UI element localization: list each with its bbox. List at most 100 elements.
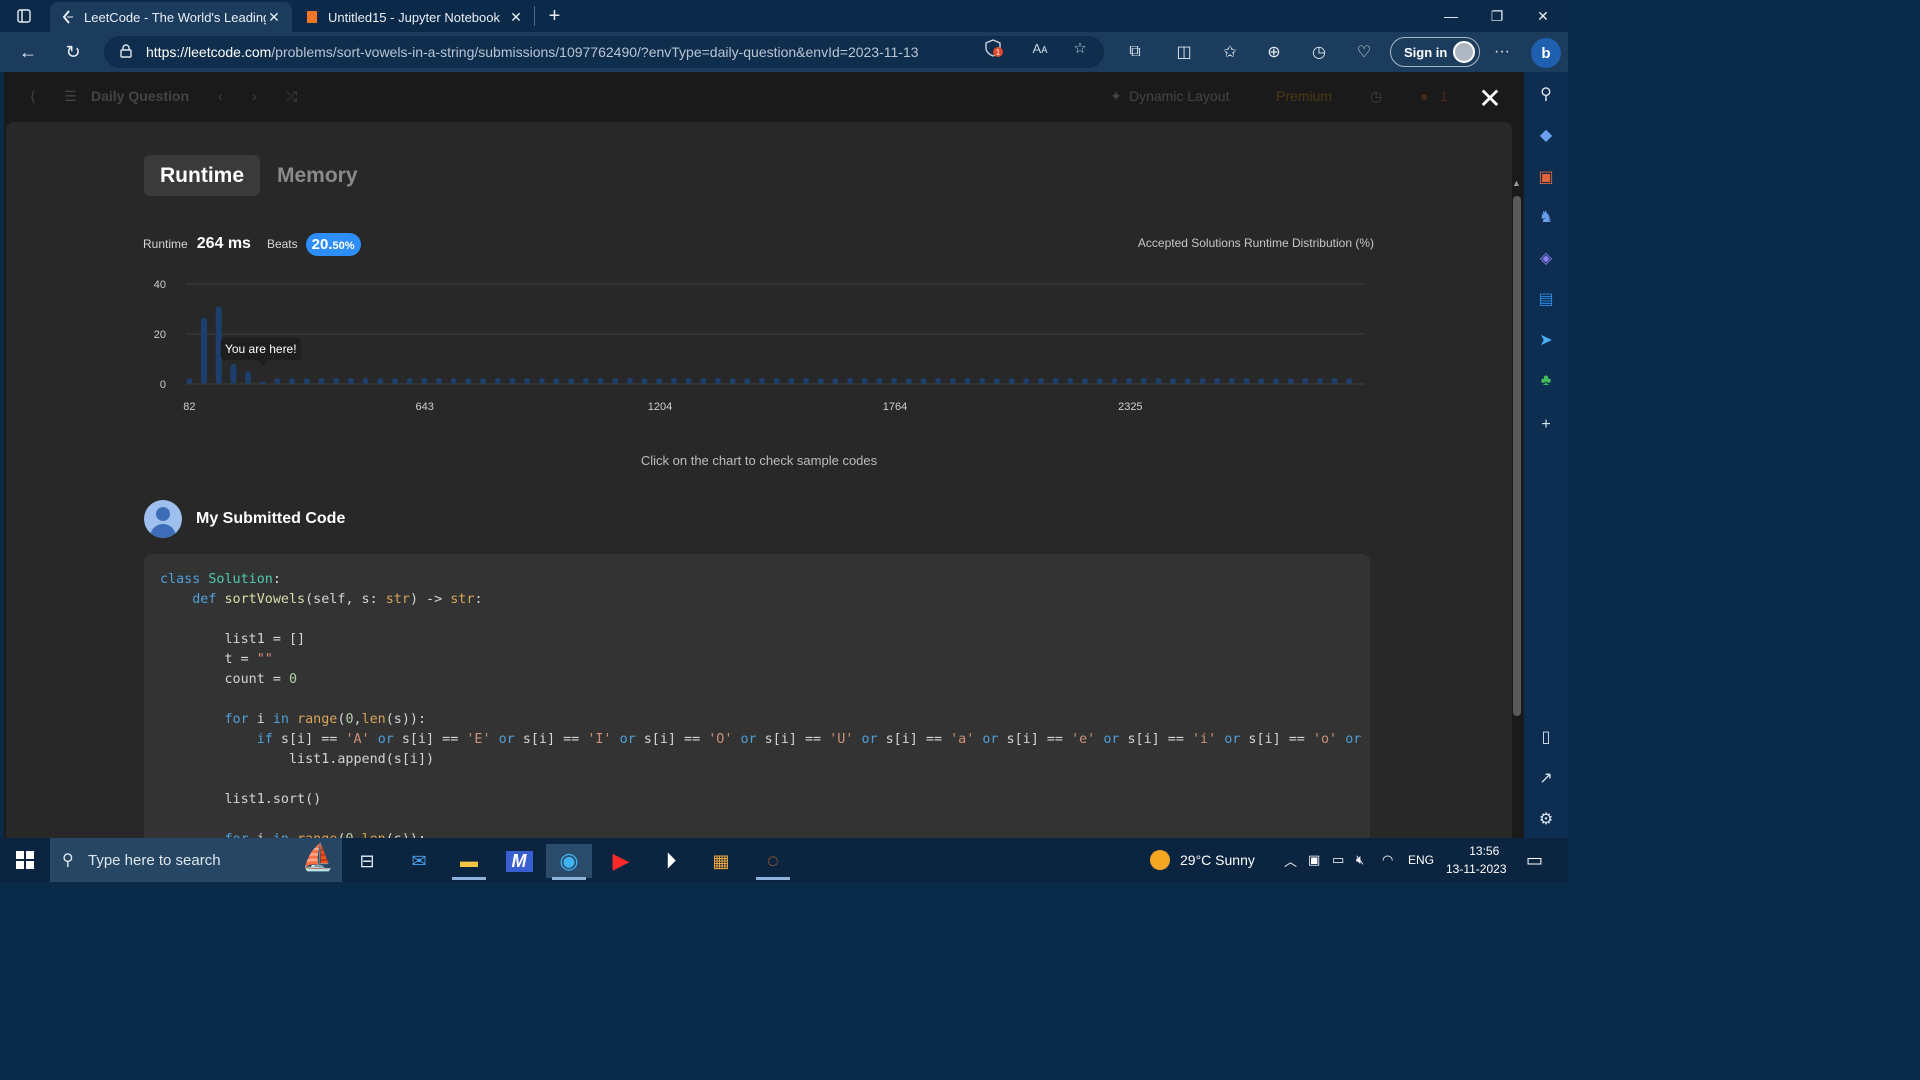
histogram-bar[interactable] <box>612 378 619 384</box>
file-explorer-icon[interactable]: ▬ <box>446 844 492 880</box>
histogram-bar[interactable] <box>641 378 648 384</box>
sidebar-games-icon[interactable]: ♞ <box>1534 205 1558 229</box>
microsoft-store-icon[interactable]: ▦ <box>698 844 744 878</box>
histogram-bar[interactable] <box>391 378 398 384</box>
histogram-bar[interactable] <box>817 378 824 384</box>
histogram-bar[interactable] <box>979 378 986 384</box>
histogram-bar[interactable] <box>421 378 428 384</box>
back-icon[interactable]: ← <box>14 38 42 66</box>
histogram-bar[interactable] <box>935 378 942 384</box>
mail-app-icon[interactable]: ✉ <box>396 844 442 878</box>
start-windows-icon[interactable] <box>2 843 48 877</box>
weather-widget[interactable]: 29°C Sunny <box>1150 838 1255 882</box>
notifications-icon[interactable]: ▭ <box>1526 838 1543 882</box>
premium-button[interactable]: Premium <box>1276 88 1332 104</box>
problem-list-icon[interactable]: ☰ <box>64 88 77 105</box>
histogram-bar[interactable] <box>1214 378 1221 384</box>
histogram-bar[interactable] <box>626 378 633 384</box>
runtime-distribution-chart[interactable]: 40 20 0 82 643 1204 1764 2325 You are here! <box>136 262 1376 432</box>
minimize-icon[interactable]: — <box>1428 0 1474 32</box>
histogram-bar[interactable] <box>803 378 810 384</box>
histogram-bar[interactable] <box>920 378 927 384</box>
histogram-bar[interactable] <box>1258 378 1265 384</box>
histogram-bar[interactable] <box>670 378 677 384</box>
performance-icon[interactable]: ♡ <box>1352 42 1376 62</box>
collections-icon[interactable]: ⊕ <box>1262 42 1286 62</box>
histogram-bar[interactable] <box>993 378 1000 384</box>
leetcode-logo-icon[interactable]: ⟨ <box>30 88 35 105</box>
histogram-bar[interactable] <box>891 378 898 384</box>
histogram-bar[interactable] <box>1052 378 1059 384</box>
histogram-bar[interactable] <box>1331 378 1338 384</box>
favorites-icon[interactable]: ✩ <box>1218 42 1242 62</box>
histogram-bar[interactable] <box>1243 378 1250 384</box>
close-tab-icon[interactable]: ✕ <box>266 9 282 26</box>
histogram-bar[interactable] <box>274 378 281 384</box>
histogram-bar[interactable] <box>1316 378 1323 384</box>
histogram-bar[interactable] <box>861 378 868 384</box>
histogram-bar[interactable] <box>1170 378 1177 384</box>
histogram-bar[interactable] <box>729 378 736 384</box>
histogram-bar[interactable] <box>553 378 560 384</box>
histogram-bar[interactable] <box>333 378 340 384</box>
task-view-icon[interactable]: ⊟ <box>344 844 390 878</box>
address-bar[interactable]: https://leetcode.com/problems/sort-vowel… <box>104 36 1104 68</box>
taskbar-search-box[interactable]: ⚲ Type here to search ⛵ <box>50 838 342 882</box>
tab-actions-icon[interactable] <box>4 0 44 32</box>
histogram-bar[interactable] <box>685 378 692 384</box>
histogram-bar[interactable] <box>1008 378 1015 384</box>
histogram-bar[interactable] <box>597 378 604 384</box>
histogram-bar[interactable] <box>1126 378 1133 384</box>
histogram-bar[interactable] <box>714 378 721 384</box>
restore-icon[interactable]: ❐ <box>1474 0 1520 32</box>
daily-question-link[interactable]: Daily Question <box>91 88 189 104</box>
histogram-bar[interactable] <box>1111 378 1118 384</box>
sidebar-external-icon[interactable]: ↗ <box>1534 766 1558 790</box>
histogram-bar[interactable] <box>847 378 854 384</box>
histogram-bar[interactable] <box>788 378 795 384</box>
histogram-bar[interactable] <box>509 378 516 384</box>
histogram-bar[interactable] <box>1140 378 1147 384</box>
histogram-bar[interactable] <box>949 378 956 384</box>
split-screen-icon[interactable]: ◫ <box>1172 42 1196 62</box>
sidebar-send-icon[interactable]: ➤ <box>1534 328 1558 352</box>
histogram-bar[interactable] <box>259 381 266 385</box>
scrollbar-thumb[interactable] <box>1513 196 1521 716</box>
close-modal-icon[interactable]: ✕ <box>1476 83 1504 114</box>
histogram-bar[interactable] <box>832 378 839 384</box>
sidebar-tools-icon[interactable]: ▣ <box>1534 165 1558 189</box>
sidebar-hide-icon[interactable]: ▯ <box>1534 725 1558 749</box>
histogram-bar[interactable] <box>1023 378 1030 384</box>
app-m-icon[interactable]: M <box>496 844 542 878</box>
close-window-icon[interactable]: ✕ <box>1520 0 1566 32</box>
close-tab-icon[interactable]: ✕ <box>508 9 524 26</box>
more-options-icon[interactable]: ··· <box>1490 42 1514 62</box>
histogram-bar[interactable] <box>465 378 472 384</box>
histogram-bar[interactable] <box>362 378 369 384</box>
battery-icon[interactable]: ▭ <box>1332 838 1344 882</box>
sidebar-tree-icon[interactable]: ♣ <box>1534 369 1558 393</box>
tab-runtime[interactable]: Runtime <box>144 155 260 196</box>
history-icon[interactable]: ◷ <box>1307 42 1331 62</box>
histogram-bar[interactable] <box>773 378 780 384</box>
next-question-icon[interactable]: › <box>252 88 257 104</box>
histogram-bar[interactable] <box>1228 378 1235 384</box>
histogram-bar[interactable] <box>303 378 310 384</box>
sign-in-button[interactable]: Sign in <box>1390 37 1480 67</box>
histogram-bar[interactable] <box>245 371 252 385</box>
bing-copilot-icon[interactable]: b <box>1531 38 1561 68</box>
histogram-bar[interactable] <box>964 378 971 384</box>
new-tab-icon[interactable]: + <box>534 5 574 27</box>
volume-muted-icon[interactable]: 🔇︎ <box>1356 838 1364 882</box>
histogram-bar[interactable] <box>905 378 912 384</box>
histogram-bar[interactable] <box>758 378 765 384</box>
histogram-bar[interactable] <box>1155 378 1162 384</box>
sidebar-shopping-icon[interactable]: ◆ <box>1534 123 1558 147</box>
sidebar-search-icon[interactable]: ⚲ <box>1534 82 1558 106</box>
tray-chevron-icon[interactable]: ︿ <box>1284 838 1297 882</box>
read-aloud-icon[interactable]: Aᴀ <box>1028 38 1052 58</box>
sidebar-office-icon[interactable]: ◈ <box>1534 246 1558 270</box>
histogram-bar[interactable] <box>656 378 663 384</box>
shuffle-icon[interactable]: ⤮ <box>286 88 297 105</box>
scroll-up-icon[interactable]: ▲ <box>1512 178 1521 188</box>
